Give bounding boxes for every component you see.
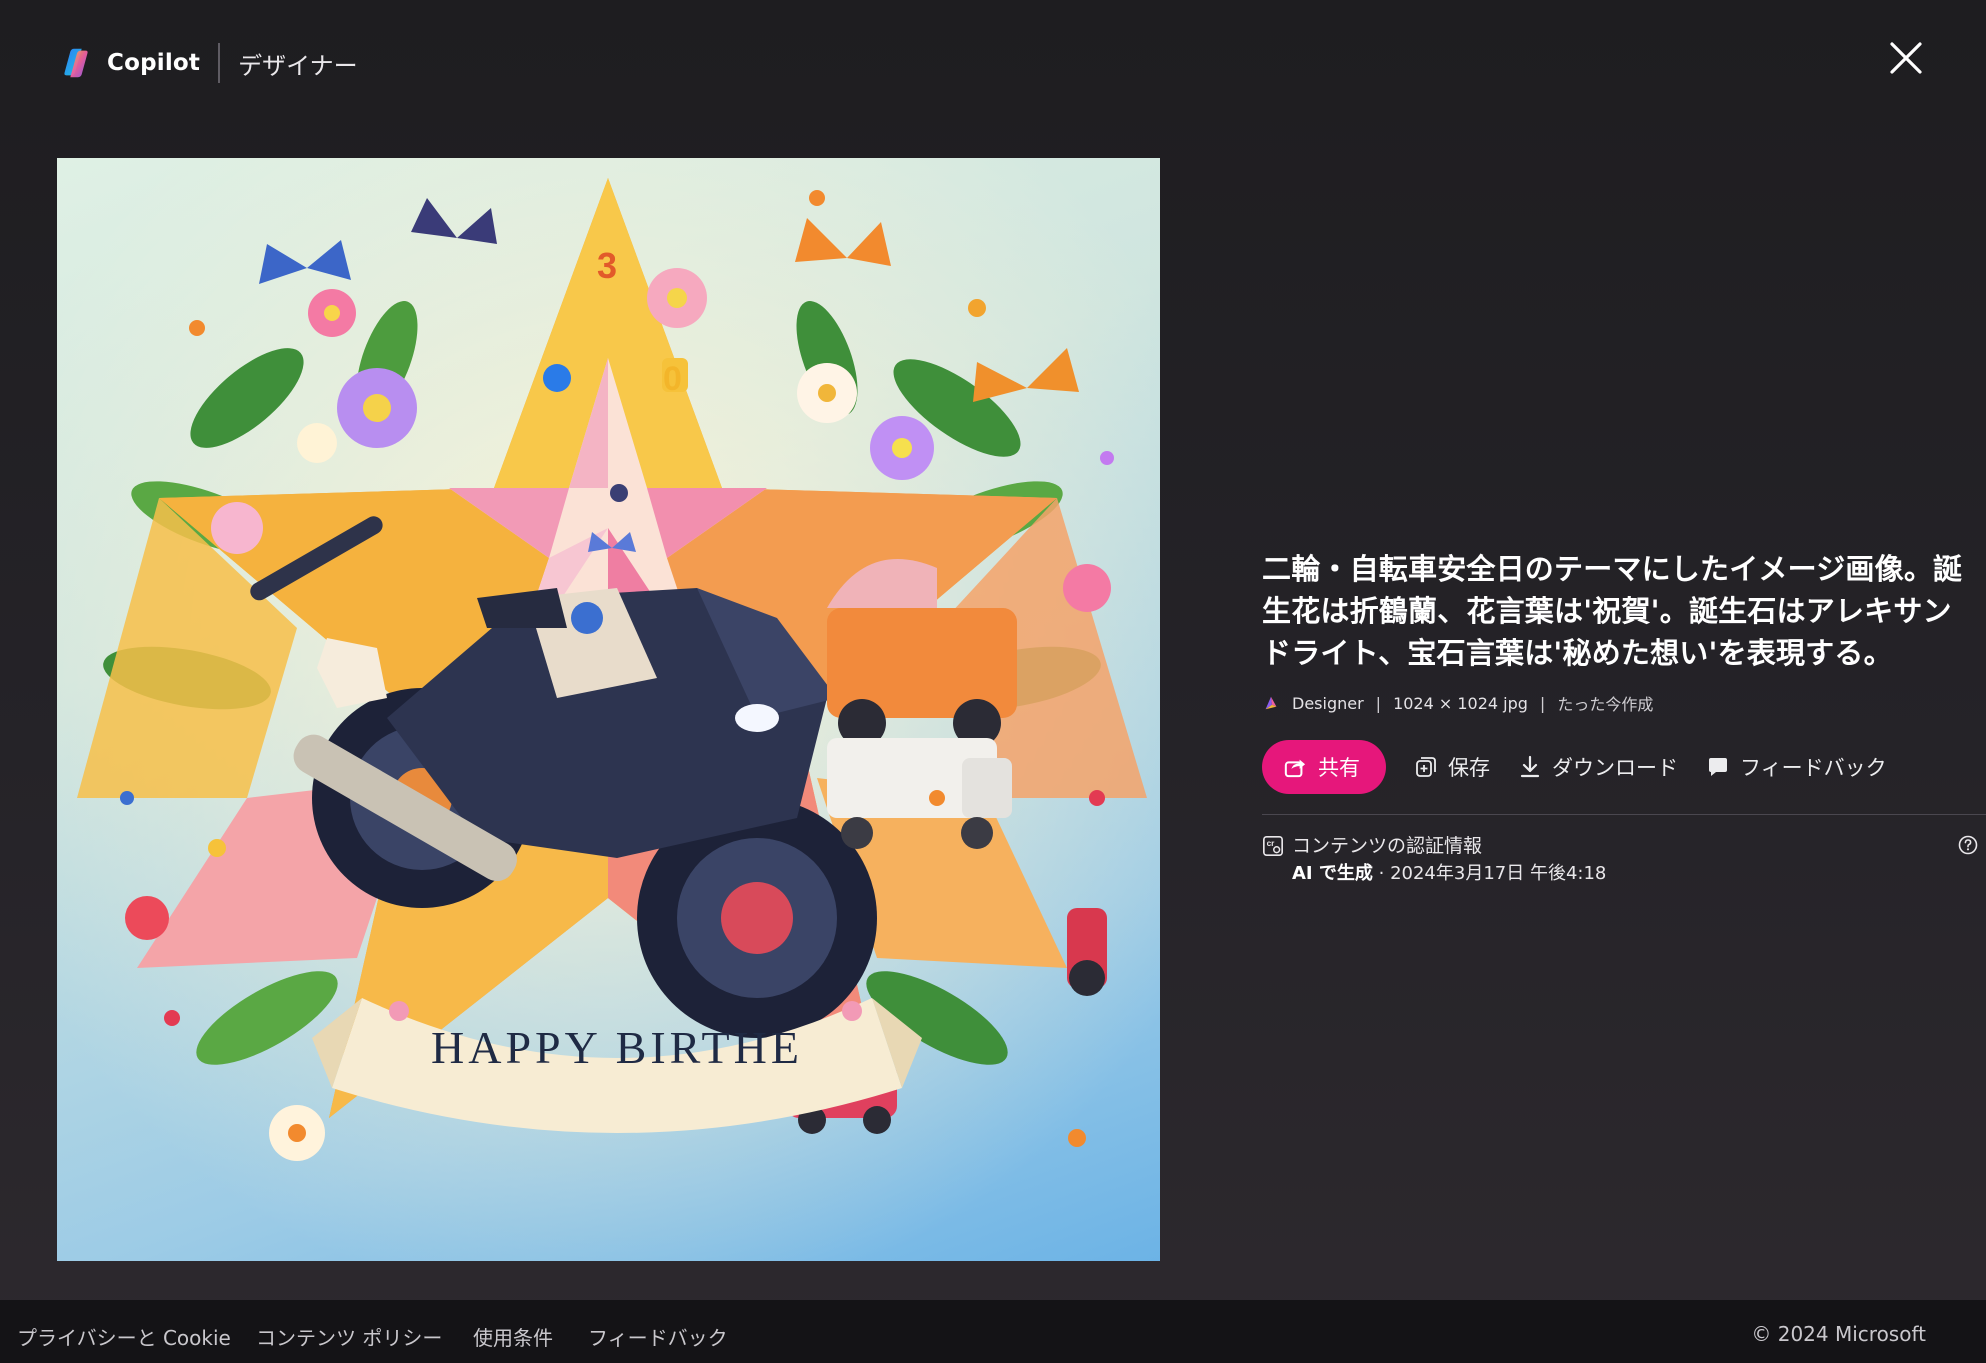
feedback-button[interactable]: フィードバック bbox=[1706, 752, 1887, 782]
image-prompt: 二輪・自転車安全日のテーマにしたイメージ画像。誕生花は折鶴蘭、花言葉は'祝賀'。… bbox=[1262, 552, 1963, 670]
save-label: 保存 bbox=[1448, 756, 1490, 780]
image-dimensions: 1024 × 1024 jpg bbox=[1393, 693, 1528, 713]
share-icon bbox=[1284, 759, 1306, 778]
image-actions: 共有 保存 ダウンロード フィードバック bbox=[1262, 740, 1986, 794]
generated-image[interactable]: HAPPY BIRTHE 3 0 bbox=[57, 158, 1160, 1261]
brand-divider bbox=[218, 43, 221, 83]
details-divider bbox=[1262, 814, 1986, 815]
svg-text:cr: cr bbox=[1267, 839, 1276, 848]
image-source: Designer bbox=[1292, 693, 1364, 713]
artwork-number-0: 0 bbox=[663, 360, 682, 398]
save-button[interactable]: 保存 bbox=[1414, 752, 1490, 782]
download-icon bbox=[1520, 755, 1540, 778]
feedback-icon bbox=[1709, 758, 1727, 776]
designer-logo-icon bbox=[1265, 696, 1277, 710]
credentials-date: · 2024年3月17日 午後4:18 bbox=[1372, 863, 1607, 884]
designer-image-viewer: Copilot デザイナー HAPPY BIRTHE 3 0 二輪・自転車安全日… bbox=[0, 0, 1986, 1363]
footer-link-privacy[interactable]: プライバシーと Cookie bbox=[17, 1322, 231, 1351]
header: Copilot デザイナー bbox=[0, 0, 1986, 120]
generated-image-illustration: HAPPY BIRTHE 3 0 bbox=[57, 158, 1160, 1261]
footer-link-feedback[interactable]: フィードバック bbox=[588, 1322, 728, 1351]
footer: プライバシーと Cookie コンテンツ ポリシー 使用条件 フィードバック ©… bbox=[0, 1300, 1986, 1363]
help-icon[interactable] bbox=[1958, 835, 1978, 855]
share-button[interactable]: 共有 bbox=[1262, 740, 1386, 794]
footer-link-terms[interactable]: 使用条件 bbox=[473, 1322, 553, 1351]
brand[interactable]: Copilot デザイナー bbox=[57, 42, 358, 84]
copyright: © 2024 Microsoft bbox=[1751, 1322, 1926, 1346]
save-collection-icon bbox=[1416, 757, 1436, 777]
ai-generated-label: AI で生成 bbox=[1292, 863, 1373, 884]
copilot-logo-icon bbox=[64, 48, 88, 78]
credentials-detail: AI で生成 · 2024年3月17日 午後4:18 bbox=[1292, 859, 1606, 885]
image-meta: Designer | 1024 × 1024 jpg | たった今作成 bbox=[1262, 690, 1986, 716]
footer-link-content-policy[interactable]: コンテンツ ポリシー bbox=[256, 1322, 442, 1351]
brand-name: Copilot bbox=[107, 50, 201, 76]
close-icon bbox=[1890, 42, 1922, 74]
feedback-label: フィードバック bbox=[1740, 756, 1887, 780]
banner-text: HAPPY BIRTHE bbox=[431, 1022, 803, 1073]
image-details: 二輪・自転車安全日のテーマにしたイメージ画像。誕生花は折鶴蘭、花言葉は'祝賀'。… bbox=[1262, 548, 1986, 887]
download-label: ダウンロード bbox=[1552, 756, 1678, 780]
product-name: デザイナー bbox=[238, 51, 358, 80]
content-credentials-icon: cr bbox=[1263, 836, 1283, 856]
share-label: 共有 bbox=[1318, 756, 1360, 780]
meta-separator: | bbox=[1539, 693, 1546, 713]
content-credentials: cr コンテンツの認証情報 AI で生成 · 2024年3月17日 午後4:18 bbox=[1262, 831, 1986, 887]
meta-separator: | bbox=[1375, 693, 1382, 713]
close-button[interactable] bbox=[1886, 38, 1926, 78]
download-button[interactable]: ダウンロード bbox=[1518, 752, 1678, 782]
credentials-title: コンテンツの認証情報 bbox=[1292, 835, 1483, 857]
image-created: たった今作成 bbox=[1557, 695, 1654, 714]
artwork-number-3: 3 bbox=[597, 245, 617, 286]
